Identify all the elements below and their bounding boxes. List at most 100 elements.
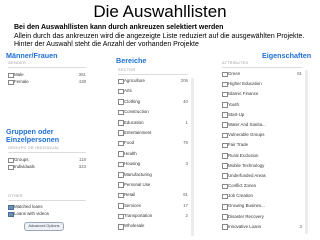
checkbox[interactable] bbox=[222, 224, 228, 230]
checkbox[interactable] bbox=[118, 130, 124, 137]
checkbox[interactable] bbox=[222, 163, 228, 169]
checkbox[interactable] bbox=[222, 132, 228, 139]
filter-option-groups[interactable]: Groups 118 bbox=[8, 156, 86, 164]
checkbox[interactable] bbox=[222, 203, 228, 210]
filter-option-count: 206 bbox=[180, 78, 188, 83]
filter-option[interactable]: Mobile Technology bbox=[222, 162, 302, 172]
filter-option[interactable]: Underfunded Areas bbox=[222, 172, 302, 182]
checkbox[interactable] bbox=[222, 91, 228, 98]
filter-option-label: Job Creation bbox=[228, 193, 253, 199]
filter-option[interactable]: Youth bbox=[222, 101, 302, 111]
filter-option[interactable]: Health bbox=[118, 150, 188, 160]
sector-panel: SECTOR Agriculture 206 Arts Clothing 40 Const… bbox=[118, 68, 188, 233]
filter-option-label: Entertainment bbox=[124, 129, 152, 135]
checkbox[interactable] bbox=[118, 182, 124, 188]
filter-option-label: Youth bbox=[228, 101, 240, 107]
groups-panel: GROUPS OR INDIVIDUAL Groups 118 Individu… bbox=[8, 146, 86, 171]
filter-option-label: Construction bbox=[124, 109, 149, 115]
checkbox[interactable] bbox=[222, 81, 228, 88]
checkbox[interactable] bbox=[118, 192, 124, 199]
filter-option-label: Higher Education bbox=[228, 81, 262, 87]
filter-option[interactable]: Innovative Loans 3 bbox=[222, 223, 302, 233]
filter-option[interactable]: Construction bbox=[118, 108, 188, 118]
checkbox[interactable] bbox=[118, 172, 124, 178]
filter-option[interactable]: Rural Exclusion bbox=[222, 152, 302, 162]
checkbox[interactable] bbox=[118, 140, 124, 147]
callout-groups: Gruppen oder Einzelpersonen bbox=[6, 127, 60, 144]
filter-option-loans-with-videos[interactable]: Loans with videos bbox=[8, 210, 86, 218]
filter-option-label: Health bbox=[124, 150, 137, 156]
checkbox[interactable] bbox=[222, 173, 228, 179]
attributes-panel: ATTRIBUTES Green 91 Higher Education Islami… bbox=[222, 61, 302, 233]
filter-option-label: Arts bbox=[124, 88, 132, 94]
attributes-header: ATTRIBUTES bbox=[222, 61, 249, 65]
filter-option[interactable]: Water And Sanita... bbox=[222, 121, 302, 131]
filter-option-individuals[interactable]: Individuals 323 bbox=[8, 163, 86, 171]
filter-option[interactable]: Islamic Finance bbox=[222, 90, 302, 100]
filter-option[interactable]: Arts bbox=[118, 87, 188, 97]
filter-option-label: Fair Trade bbox=[228, 142, 249, 148]
filter-option[interactable]: Fair Trade bbox=[222, 141, 302, 151]
checkbox[interactable] bbox=[8, 211, 14, 218]
filter-option[interactable]: Agriculture 206 bbox=[118, 77, 188, 87]
checkbox[interactable] bbox=[222, 183, 228, 190]
checkbox[interactable] bbox=[118, 223, 124, 230]
other-header: OTHER bbox=[8, 194, 23, 198]
filter-option-label: Underfunded Areas bbox=[228, 172, 266, 178]
filter-option[interactable]: Start-Up bbox=[222, 111, 302, 121]
filter-option-label: Vulnerable Groups bbox=[228, 132, 265, 138]
filter-option[interactable]: Education 1 bbox=[118, 119, 188, 129]
filter-option-label: Manufacturing bbox=[124, 171, 152, 177]
filter-option-male[interactable]: Male 361 bbox=[8, 71, 86, 79]
intro-bold-line: Bei den Auswahllisten kann durch ankreuz… bbox=[14, 24, 224, 31]
filter-option[interactable]: Higher Education bbox=[222, 80, 302, 90]
checkbox[interactable] bbox=[222, 112, 228, 118]
filter-option[interactable]: Job Creation bbox=[222, 192, 302, 202]
checkbox[interactable] bbox=[118, 99, 124, 105]
checkbox[interactable] bbox=[8, 164, 14, 171]
filter-option-count: 91 bbox=[183, 192, 188, 198]
checkbox[interactable] bbox=[118, 151, 124, 157]
filter-option[interactable]: Growing Busines... bbox=[222, 202, 302, 212]
checkbox[interactable] bbox=[222, 193, 228, 200]
filter-option-count: 3 bbox=[185, 161, 188, 167]
filter-option-matched-loans[interactable]: Matched loans bbox=[8, 203, 86, 211]
filter-option[interactable]: Transportation 2 bbox=[118, 212, 188, 222]
filter-option-label: Rural Exclusion bbox=[228, 152, 259, 158]
checkbox[interactable] bbox=[222, 102, 228, 108]
filter-option-label: Islamic Finance bbox=[228, 91, 259, 97]
filter-option[interactable]: Retail 91 bbox=[118, 191, 188, 201]
checkbox[interactable] bbox=[118, 88, 124, 95]
advanced-options-button[interactable]: Advanced Options bbox=[24, 222, 64, 231]
filter-option-count: 91 bbox=[297, 71, 302, 76]
filter-option[interactable]: Food 79 bbox=[118, 139, 188, 149]
filter-option[interactable]: Disaster Recovery bbox=[222, 213, 302, 223]
checkbox[interactable] bbox=[118, 203, 124, 209]
filter-option[interactable]: Personal Use bbox=[118, 181, 188, 191]
checkbox[interactable] bbox=[118, 120, 124, 126]
filter-option-label: Green bbox=[228, 71, 241, 76]
filter-option[interactable]: Services 17 bbox=[118, 202, 188, 212]
filter-option[interactable]: Entertainment bbox=[118, 129, 188, 139]
checkbox[interactable] bbox=[118, 78, 124, 85]
groups-header: GROUPS OR INDIVIDUAL bbox=[8, 146, 60, 150]
filter-option[interactable]: Clothing 40 bbox=[118, 98, 188, 108]
filter-option[interactable]: Conflict Zones bbox=[222, 182, 302, 192]
checkbox[interactable] bbox=[118, 109, 124, 116]
filter-option[interactable]: Housing 3 bbox=[118, 160, 188, 170]
checkbox[interactable] bbox=[222, 214, 228, 220]
attributes-scrollbar[interactable] bbox=[305, 70, 308, 234]
checkbox[interactable] bbox=[118, 161, 124, 168]
checkbox[interactable] bbox=[118, 213, 124, 220]
checkbox[interactable] bbox=[8, 79, 14, 86]
checkbox[interactable] bbox=[222, 71, 228, 78]
checkbox[interactable] bbox=[222, 122, 228, 129]
sector-scrollbar[interactable] bbox=[191, 78, 194, 236]
filter-option[interactable]: Green 91 bbox=[222, 70, 302, 80]
filter-option[interactable]: Manufacturing bbox=[118, 171, 188, 181]
filter-option[interactable]: Wholesale bbox=[118, 222, 188, 232]
checkbox[interactable] bbox=[222, 153, 228, 159]
checkbox[interactable] bbox=[222, 142, 228, 149]
filter-option[interactable]: Vulnerable Groups bbox=[222, 131, 302, 141]
filter-option-female[interactable]: Female 438 bbox=[8, 78, 86, 86]
